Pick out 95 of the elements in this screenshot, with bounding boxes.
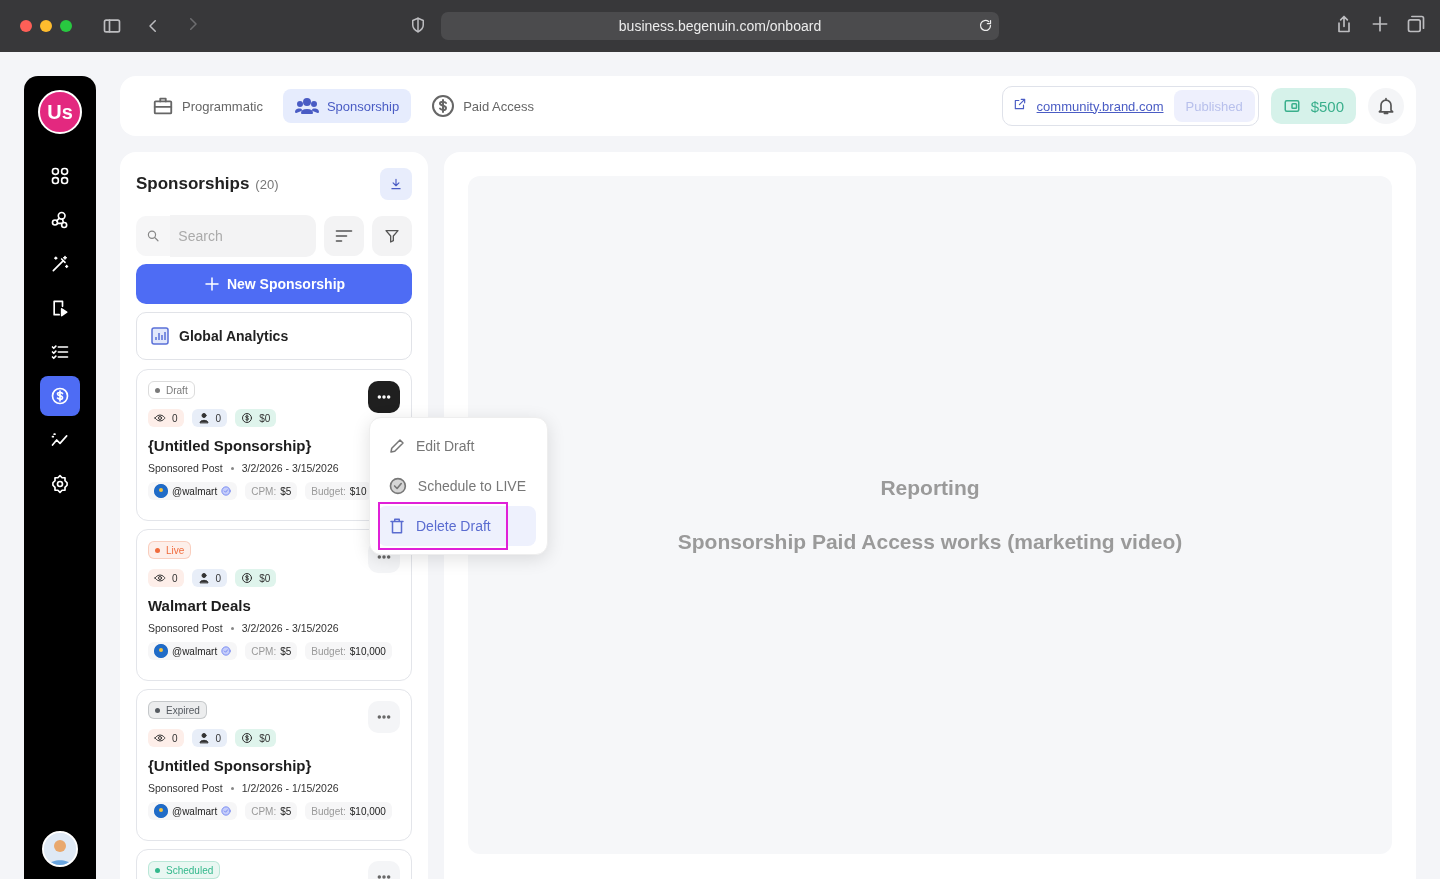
person-icon <box>197 572 210 584</box>
members-pill: 0 <box>191 569 228 587</box>
post-type: Sponsored Post <box>148 622 223 634</box>
checklist-icon <box>50 342 70 362</box>
verified-icon <box>221 646 232 656</box>
community-link[interactable]: community.brand.com <box>1036 98 1164 114</box>
check-circle-icon <box>388 476 408 496</box>
plus-icon <box>202 275 221 293</box>
earnings-pill: $0 <box>235 729 277 747</box>
dollar-icon <box>241 412 254 424</box>
verified-icon <box>221 806 232 816</box>
count-text: (20) <box>255 176 279 192</box>
post-type: Sponsored Post <box>148 782 223 794</box>
balance-text: $500 <box>1310 97 1344 115</box>
status-badge: Live <box>148 541 192 559</box>
trash-icon <box>388 517 406 535</box>
account-chip: @walmart <box>148 482 238 500</box>
dollar-icon <box>241 732 254 744</box>
eye-icon <box>154 732 166 744</box>
eye-icon <box>154 572 166 584</box>
global-analytics-button[interactable]: Global Analytics <box>136 312 412 360</box>
tab[interactable]: Sponsorship <box>282 89 412 123</box>
download-icon <box>389 177 403 191</box>
avatar[interactable] <box>42 831 78 867</box>
reload-icon <box>978 18 993 33</box>
avatar <box>154 644 168 658</box>
search-field[interactable]: Search <box>136 216 316 256</box>
external-link-icon <box>1012 97 1027 111</box>
wallet-icon <box>1282 97 1301 115</box>
date-range: 3/2/2026 - 3/15/2026 <box>241 462 339 474</box>
date-range: 1/2/2026 - 1/15/2026 <box>241 782 339 794</box>
cpm-chip: CPM: $5 <box>245 642 298 660</box>
cpm-chip: CPM: $5 <box>245 482 298 500</box>
more-button[interactable] <box>368 381 400 413</box>
account-chip: @walmart <box>148 642 238 660</box>
avatar <box>154 804 168 818</box>
members-pill: 0 <box>191 729 228 747</box>
card-title: {Untitled Sponsorship} <box>148 757 312 774</box>
minimize-window-button[interactable] <box>40 20 52 32</box>
close-window-button[interactable] <box>20 20 32 32</box>
views-pill: 0 <box>148 569 184 587</box>
panel-title: Sponsorships <box>136 174 250 194</box>
download-button[interactable] <box>380 168 412 200</box>
earnings-pill: $0 <box>235 569 277 587</box>
date-range: 3/2/2026 - 3/15/2026 <box>241 622 339 634</box>
card-title: Walmart Deals <box>148 597 251 614</box>
sponsorship-card[interactable]: Expired 0 0 $0 {Untitled Sponsorship} Sponsored Post 1/2/2026 - 1/15/2026 @walmart CPM: $5 Budget: $10,000 <box>136 689 412 841</box>
earnings-pill: $0 <box>235 409 277 427</box>
dollar-icon <box>50 386 70 406</box>
shield-icon <box>409 16 427 34</box>
budget-chip: Budget: $10,000 <box>305 802 392 820</box>
url-text: business.begenuin.com/onboard <box>618 18 822 34</box>
status-badge: Expired <box>148 701 207 719</box>
notification-button[interactable] <box>1368 88 1404 124</box>
maximize-window-button[interactable] <box>60 20 72 32</box>
filter-icon <box>384 228 400 244</box>
avatar <box>154 484 168 498</box>
dollar-icon <box>241 572 254 584</box>
members-pill: 0 <box>191 409 228 427</box>
tab[interactable]: Programmatic <box>140 89 275 123</box>
nodes-icon <box>50 210 70 230</box>
account-chip: @walmart <box>148 802 238 820</box>
filter-button[interactable] <box>372 216 412 256</box>
status-badge: Scheduled <box>148 861 221 879</box>
card-title: {Untitled Sponsorship} <box>148 437 312 454</box>
address-bar[interactable]: business.begenuin.com/onboard <box>441 12 999 40</box>
views-pill: 0 <box>148 729 184 747</box>
report-title: Reporting <box>880 476 980 500</box>
views-pill: 0 <box>148 409 184 427</box>
eye-icon <box>154 412 166 424</box>
pencil-icon <box>388 437 406 455</box>
logo[interactable]: Us <box>38 90 82 134</box>
chart-icon <box>151 327 169 345</box>
video-icon <box>50 298 70 318</box>
briefcase-icon <box>152 95 174 117</box>
tabs-icon <box>1406 14 1426 34</box>
dollar-icon <box>431 94 456 118</box>
report-subtitle: Sponsorship Paid Access works (marketing video) <box>677 530 1183 554</box>
grid-icon <box>50 166 70 186</box>
verified-icon <box>221 486 232 496</box>
post-type: Sponsored Post <box>148 462 223 474</box>
person-icon <box>197 732 210 744</box>
bell-icon <box>1376 96 1396 116</box>
budget-chip: Budget: $10,000 <box>305 642 392 660</box>
cpm-chip: CPM: $5 <box>245 802 298 820</box>
sidebar-icon <box>102 16 122 36</box>
sidebar-item[interactable] <box>40 376 80 416</box>
magic-wand-icon <box>50 254 70 274</box>
person-icon <box>197 412 210 424</box>
tab[interactable]: Paid Access <box>419 89 547 123</box>
new-sponsorship-button[interactable]: New Sponsorship <box>136 264 412 304</box>
status-badge: Draft <box>148 381 195 399</box>
settings-icon <box>50 474 70 494</box>
sort-button[interactable] <box>324 216 364 256</box>
plus-icon <box>1370 14 1390 34</box>
